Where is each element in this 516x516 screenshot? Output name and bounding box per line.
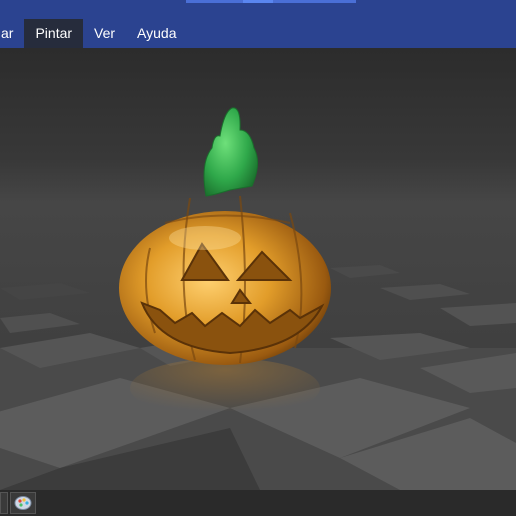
menu-item-pintar[interactable]: Pintar — [24, 19, 84, 48]
3d-viewport[interactable] — [0, 48, 516, 490]
menu-bar: ar Pintar Ver Ayuda — [0, 19, 188, 48]
window-button-icon[interactable] — [0, 492, 8, 514]
menu-item-ayuda[interactable]: Ayuda — [126, 19, 187, 48]
paint-app-icon[interactable] — [10, 492, 36, 514]
taskbar — [0, 490, 516, 516]
title-accent-highlight — [243, 0, 273, 3]
title-bar: ar Pintar Ver Ayuda — [0, 0, 516, 48]
viewport-canvas[interactable] — [0, 48, 516, 490]
menu-item-ver[interactable]: Ver — [83, 19, 126, 48]
menu-item-partial[interactable]: ar — [0, 19, 24, 48]
paint-palette-icon — [14, 496, 32, 510]
pumpkin-reflection — [130, 358, 320, 418]
